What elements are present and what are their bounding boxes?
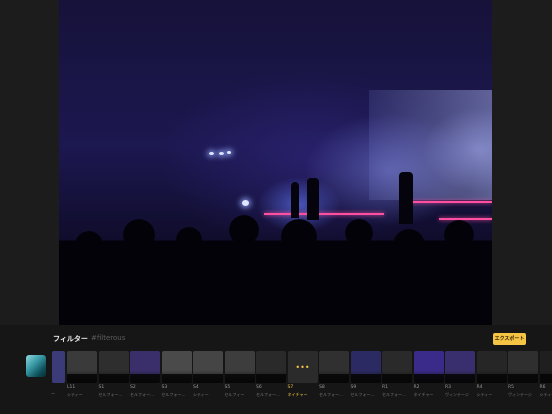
thumbnail-crowd bbox=[319, 374, 349, 383]
preview-area bbox=[0, 0, 552, 325]
stage-light bbox=[219, 152, 224, 155]
filter-name: ヴィンテージ bbox=[508, 392, 532, 397]
filter-name: ヴィンテージ bbox=[445, 392, 469, 397]
thumbnail-crowd bbox=[130, 374, 160, 383]
filter-thumbnail[interactable] bbox=[98, 351, 129, 383]
filter-code: S7 bbox=[287, 385, 294, 390]
filter-name: セルフォー… bbox=[319, 392, 343, 397]
filter-code: R3 bbox=[445, 385, 451, 390]
filter-thumbnail[interactable] bbox=[193, 351, 223, 383]
filter-code: S2 bbox=[130, 385, 136, 390]
filter-thumbnail[interactable] bbox=[508, 351, 538, 383]
performer-figure bbox=[307, 178, 319, 220]
thumbnail-crowd bbox=[445, 374, 475, 383]
filter-code: R5 bbox=[508, 385, 514, 390]
filter-code: R6 bbox=[539, 385, 546, 390]
filter-thumbnail-partial[interactable] bbox=[52, 351, 65, 383]
thumbnail-crowd bbox=[161, 374, 192, 383]
filter-code: S8 bbox=[319, 385, 325, 390]
filter-name: シティー bbox=[539, 392, 552, 397]
filter-name: セルフォー… bbox=[256, 392, 280, 397]
filter-code: S4 bbox=[193, 385, 199, 390]
filter-thumbnail[interactable] bbox=[382, 351, 412, 383]
filter-panel: フィルター #filterous エクスポート — L11 シティー S1 セルフォー… bbox=[0, 325, 552, 414]
filter-thumbnail[interactable] bbox=[67, 351, 97, 383]
filter-code: S9 bbox=[350, 385, 357, 390]
thumbnail-crowd bbox=[67, 374, 97, 383]
filter-thumbnail[interactable] bbox=[256, 351, 286, 383]
filter-code: S5 bbox=[224, 385, 231, 390]
export-button[interactable]: エクスポート bbox=[493, 333, 526, 345]
filter-code: R1 bbox=[382, 385, 388, 390]
filter-thumbnail[interactable] bbox=[161, 351, 192, 383]
original-thumbnail[interactable] bbox=[26, 355, 46, 377]
filter-thumbnail[interactable] bbox=[224, 351, 255, 383]
filter-thumbnail[interactable] bbox=[476, 351, 507, 383]
performer-figure bbox=[291, 182, 299, 218]
filter-name: セルフォー… bbox=[350, 392, 375, 397]
stage-light bbox=[242, 200, 249, 206]
filter-name: セルフォー… bbox=[98, 392, 123, 397]
thumbnail-crowd bbox=[350, 374, 381, 383]
panel-title: フィルター bbox=[53, 335, 88, 343]
thumbnail-crowd bbox=[539, 374, 552, 383]
filter-thumbnail[interactable] bbox=[350, 351, 381, 383]
filter-strip[interactable]: — L11 シティー S1 セルフォー… S2 セルフォー… S3 セルフォー… S4 シティー S… bbox=[0, 351, 552, 411]
thumbnail-crowd bbox=[476, 374, 507, 383]
thumbnail-crowd bbox=[413, 374, 444, 383]
filter-name: ネイチャー bbox=[413, 392, 434, 397]
filter-thumbnail[interactable] bbox=[539, 351, 552, 383]
thumbnail-crowd bbox=[508, 374, 538, 383]
filter-name: シティー bbox=[476, 392, 493, 397]
original-label: — bbox=[51, 391, 55, 396]
filter-name: シティー bbox=[67, 392, 83, 397]
filter-thumbnail[interactable] bbox=[130, 351, 160, 383]
crowd-silhouette bbox=[59, 215, 492, 325]
filter-name: ネイチャー bbox=[287, 392, 308, 397]
filter-code: S3 bbox=[161, 385, 168, 390]
filter-thumbnail[interactable] bbox=[413, 351, 444, 383]
filter-thumbnail[interactable] bbox=[319, 351, 349, 383]
stage-haze bbox=[369, 90, 492, 200]
filter-name: セルフォー… bbox=[130, 392, 154, 397]
filter-code: S6 bbox=[256, 385, 262, 390]
filter-code: R2 bbox=[413, 385, 420, 390]
concert-photo bbox=[59, 0, 492, 325]
more-dots-icon[interactable]: ••• bbox=[287, 351, 318, 383]
thumbnail-crowd bbox=[193, 374, 223, 383]
thumbnail-crowd bbox=[98, 374, 129, 383]
filter-name: セルフォー… bbox=[161, 392, 186, 397]
filter-name: セルフォー… bbox=[382, 392, 406, 397]
filter-name: セルフィー bbox=[224, 392, 245, 397]
stage-light bbox=[227, 151, 231, 154]
filter-code: R4 bbox=[476, 385, 483, 390]
thumbnail-crowd bbox=[224, 374, 255, 383]
thumbnail-crowd bbox=[382, 374, 412, 383]
filter-hashtag[interactable]: #filterous bbox=[91, 334, 125, 342]
filter-name: シティー bbox=[193, 392, 209, 397]
filter-code: L11 bbox=[67, 385, 76, 390]
filter-code: S1 bbox=[98, 385, 105, 390]
stage-led bbox=[404, 201, 492, 203]
stage-light bbox=[209, 152, 214, 155]
filter-thumbnail[interactable] bbox=[445, 351, 475, 383]
thumbnail-crowd bbox=[256, 374, 286, 383]
